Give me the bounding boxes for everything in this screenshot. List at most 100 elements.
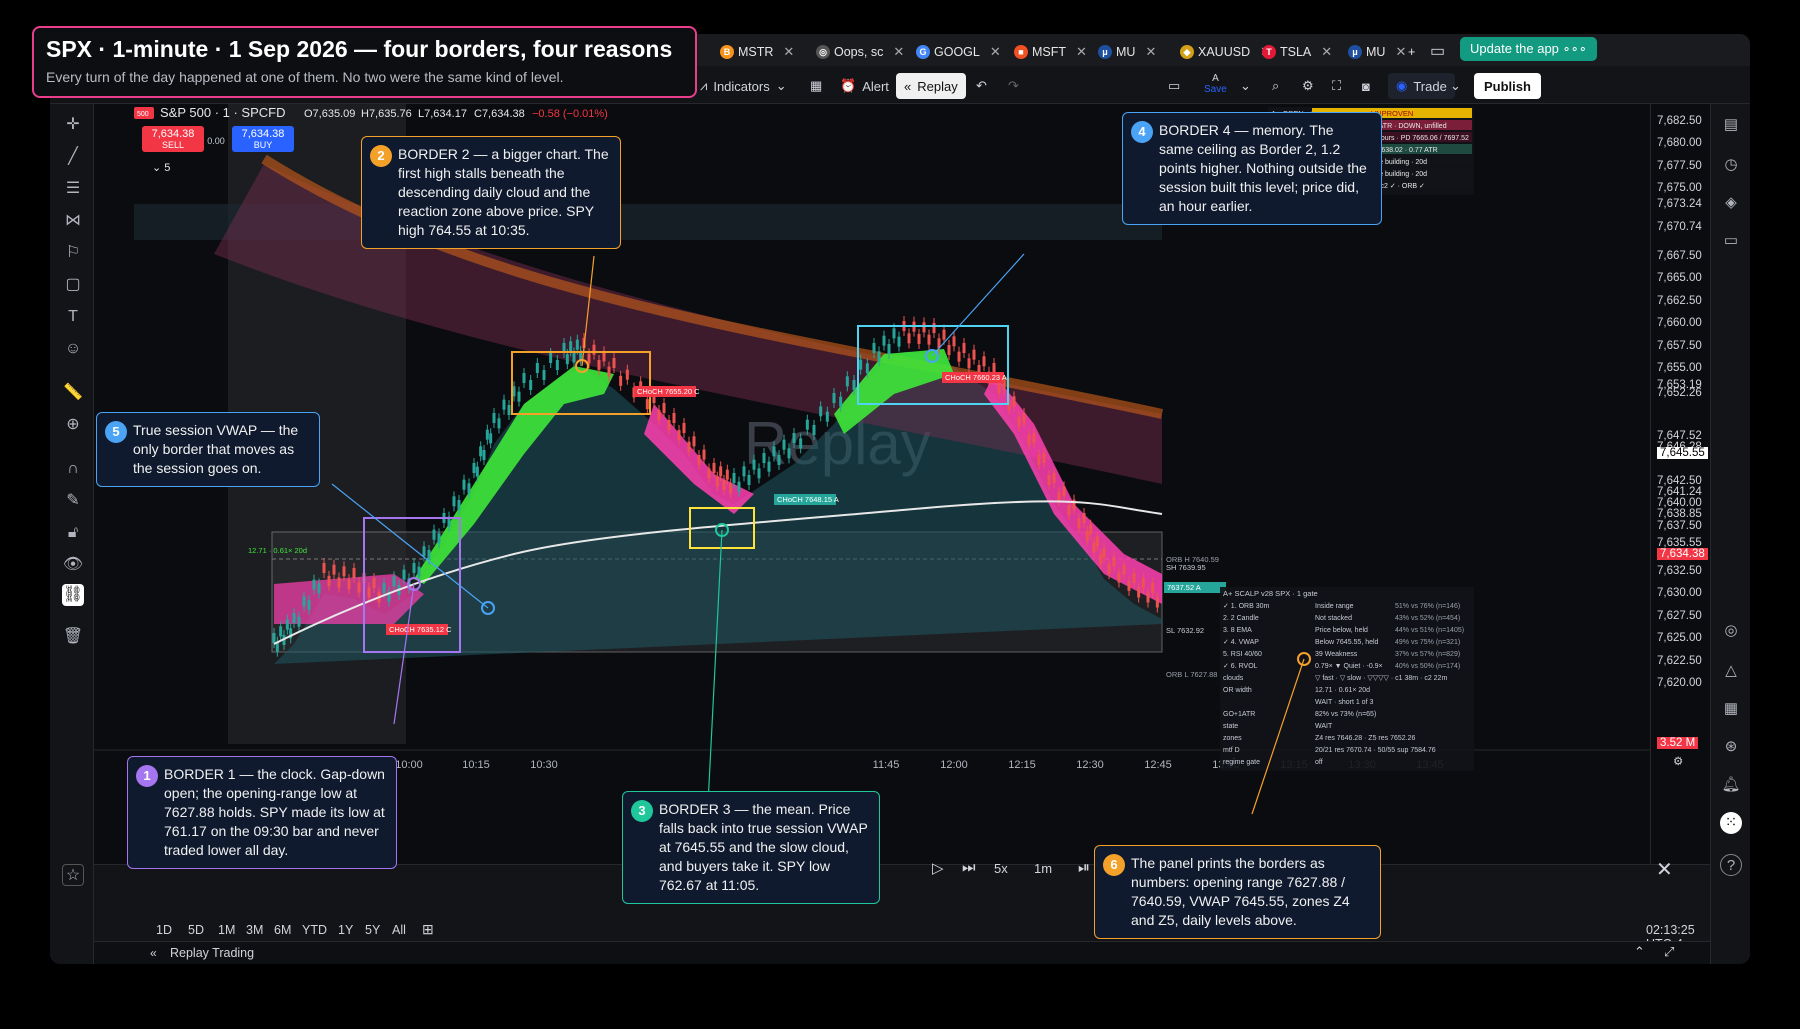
page-subtitle: Every turn of the day happened at one of…	[46, 69, 564, 85]
apps-grid-icon[interactable]: ⁙	[1720, 812, 1742, 834]
close-icon[interactable]: ✕	[1395, 44, 1406, 60]
eye-icon[interactable]: 👁︎	[62, 554, 84, 576]
replay-jump-icon[interactable]: ⏯	[1078, 859, 1090, 876]
undo-icon[interactable]: ↶	[976, 73, 987, 99]
calendar-icon[interactable]: ▦	[1720, 698, 1742, 720]
trade-button[interactable]: ◉ Trade	[1388, 73, 1455, 99]
replay-icon: «	[904, 78, 912, 94]
add-tab-icon[interactable]: +	[1408, 40, 1415, 64]
bell-icon[interactable]: 🔔︎	[1720, 774, 1742, 796]
forecast-icon[interactable]: ⚐	[62, 242, 84, 264]
close-icon[interactable]: ✕	[1145, 44, 1156, 60]
price-axis-label: 7,634.38	[1657, 547, 1708, 560]
chevron-up-icon[interactable]: ⌃	[1634, 944, 1645, 960]
layout-icon[interactable]: ▭	[1430, 38, 1445, 64]
replay-trading-label[interactable]: Replay Trading	[170, 946, 254, 960]
range-1m[interactable]: 1M	[218, 923, 235, 937]
redo-icon[interactable]: ↷	[1008, 73, 1019, 99]
templates-icon[interactable]: ▦	[810, 73, 822, 99]
alert-button[interactable]: ⏰ Alert	[840, 73, 889, 99]
zoom-in-icon[interactable]: ⊕	[62, 414, 84, 436]
tab-mstr[interactable]: B MSTR ✕	[720, 40, 794, 64]
range-3m[interactable]: 3M	[246, 923, 263, 937]
triangle-icon[interactable]: △	[1720, 660, 1742, 682]
fullscreen-icon[interactable]: ⛶	[1332, 73, 1341, 99]
pencil-lock-icon[interactable]: ✎	[62, 490, 84, 512]
candle-body	[892, 328, 896, 339]
range-1d[interactable]: 1D	[156, 923, 172, 937]
camera-icon[interactable]: ◙	[1362, 73, 1370, 99]
collapse-icon[interactable]: «	[150, 946, 157, 960]
tab-mu[interactable]: μ MU ✕	[1348, 40, 1406, 64]
indicators-button[interactable]: ⩘ Indicators ⌄	[700, 73, 787, 99]
quick-search-icon[interactable]: ⌕	[1272, 73, 1279, 99]
ruler-icon[interactable]: 📏	[62, 382, 84, 404]
tab-mu[interactable]: μ MU ✕	[1098, 40, 1156, 64]
pattern-icon[interactable]: ⋈	[62, 210, 84, 232]
candle-body	[285, 619, 289, 630]
broadcast-icon[interactable]: ⊛	[1720, 736, 1742, 758]
replay-interval[interactable]: 1m	[1034, 861, 1052, 876]
replay-play-icon[interactable]: ▷	[932, 859, 944, 877]
star-icon[interactable]: ☆	[62, 864, 84, 886]
panel-row-value: Price below, held	[1315, 627, 1368, 634]
tab-msft[interactable]: ■ MSFT ✕	[1014, 40, 1087, 64]
close-icon[interactable]: ✕	[893, 44, 904, 60]
tab-googl[interactable]: G GOOGL ✕	[916, 40, 1001, 64]
tab-xauusd[interactable]: ◆XAUUSD✕	[1180, 40, 1271, 64]
close-icon[interactable]: ✕	[783, 44, 794, 60]
price-axis[interactable]: 7,682.50 7,680.00 7,677.50 7,675.00 7,673.24…	[1650, 104, 1710, 864]
trash-icon[interactable]: 🗑︎	[62, 626, 84, 648]
trend-line-icon[interactable]: ╱	[62, 146, 84, 168]
range-ytd[interactable]: YTD	[302, 923, 327, 937]
magnet-icon[interactable]: ∩	[62, 458, 84, 480]
replay-button[interactable]: « Replay	[896, 73, 966, 99]
crosshair-icon[interactable]: ✛	[62, 114, 84, 136]
range-all[interactable]: All	[392, 923, 406, 937]
shape-icon[interactable]: ▢	[62, 274, 84, 296]
alerts-clock-icon[interactable]: ◷	[1720, 154, 1742, 176]
tab-tsla[interactable]: T TSLA ✕	[1262, 40, 1332, 64]
buy-label: BUY	[254, 140, 273, 150]
close-icon[interactable]: ✕	[1321, 44, 1332, 60]
axis-settings-icon[interactable]: ⚙	[1673, 754, 1683, 768]
watchlist-icon[interactable]: ▤	[1720, 114, 1742, 136]
update-app-button[interactable]: Update the app ∘∘∘	[1460, 37, 1597, 61]
target-icon[interactable]: ◎	[1720, 620, 1742, 642]
price-axis-label: 7,667.50	[1657, 249, 1702, 262]
replay-step-icon[interactable]: ⏭	[962, 859, 976, 876]
lock-icon[interactable]: 🔓︎	[62, 522, 84, 544]
layout-select-icon[interactable]: ▭	[1168, 73, 1180, 99]
link-icon[interactable]: ⛓	[62, 584, 84, 606]
help-icon[interactable]: ?	[1720, 854, 1742, 876]
maximize-icon[interactable]: ⤢	[1664, 944, 1674, 960]
tab-oopssc[interactable]: ◎ Oops, sc ✕	[816, 40, 904, 64]
close-icon[interactable]: ✕	[1076, 44, 1087, 60]
candle-body	[805, 419, 809, 430]
trade-menu-icon[interactable]: ⌄	[1450, 73, 1461, 99]
layers-icon[interactable]: ◈	[1720, 192, 1742, 214]
text-icon[interactable]: T	[62, 306, 84, 328]
save-menu-icon[interactable]: ⌄	[1240, 73, 1251, 99]
candle-body	[619, 375, 623, 386]
range-6m[interactable]: 6M	[274, 923, 291, 937]
date-range-icon[interactable]: ⊞	[422, 921, 434, 938]
alert-label: Alert	[862, 78, 889, 94]
close-replay-icon[interactable]: ✕	[1656, 857, 1673, 882]
page-title: SPX · 1-minute · 1 Sep 2026 — four borde…	[46, 36, 673, 62]
replay-speed[interactable]: 5x	[994, 861, 1008, 876]
fib-icon[interactable]: ☰	[62, 178, 84, 200]
close-icon[interactable]: ✕	[990, 44, 1001, 60]
emoji-icon[interactable]: ☺	[62, 338, 84, 360]
gear-icon[interactable]: ⚙	[1302, 73, 1314, 99]
candle-body	[799, 438, 803, 449]
save-button[interactable]: A Save	[1204, 73, 1227, 99]
candle-body	[625, 369, 629, 380]
publish-button[interactable]: Publish	[1474, 73, 1541, 99]
range-5y[interactable]: 5Y	[365, 923, 380, 937]
range-1y[interactable]: 1Y	[338, 923, 353, 937]
price-chart[interactable]: ReplayCHoCH 7655.20 CCHoCH 7648.15 ACHoC…	[94, 104, 1654, 864]
candle-body	[479, 446, 483, 457]
chat-icon[interactable]: ▭	[1720, 230, 1742, 252]
range-5d[interactable]: 5D	[188, 923, 204, 937]
